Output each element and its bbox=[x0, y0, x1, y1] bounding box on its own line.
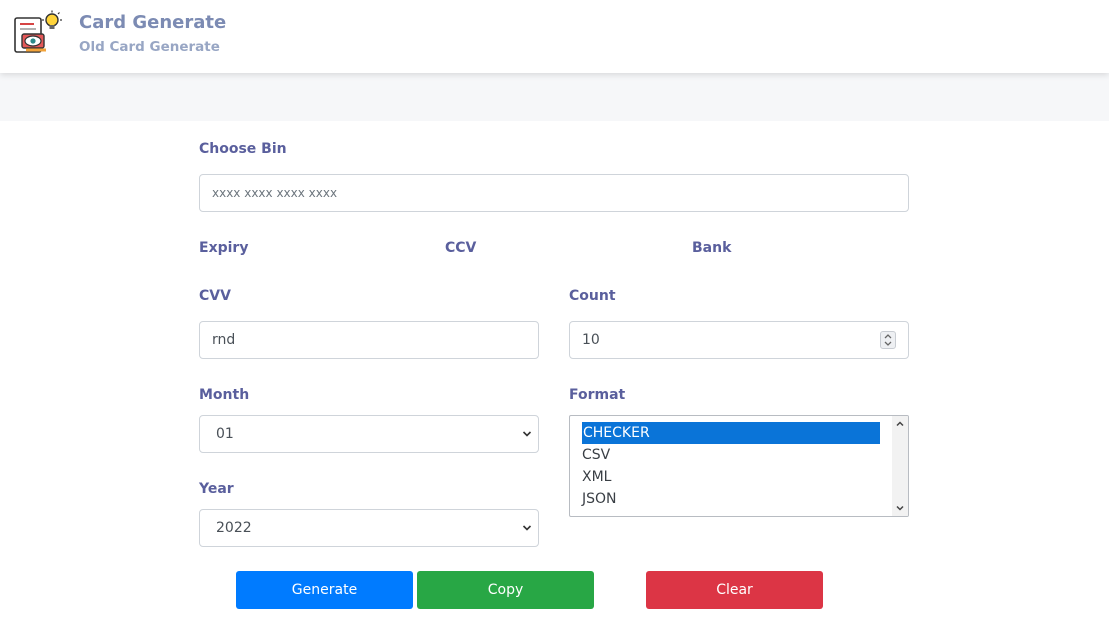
cvv-input[interactable] bbox=[200, 322, 538, 358]
card-idea-icon bbox=[14, 10, 62, 53]
month-value: 01 bbox=[216, 426, 234, 442]
format-listbox[interactable]: CHECKER CSV XML JSON bbox=[569, 415, 909, 517]
format-label: Format bbox=[569, 387, 626, 403]
year-value: 2022 bbox=[216, 520, 252, 536]
count-input[interactable] bbox=[570, 322, 908, 358]
month-select[interactable]: 01 bbox=[199, 415, 539, 453]
count-label: Count bbox=[569, 288, 616, 304]
format-option-csv[interactable]: CSV bbox=[582, 444, 880, 466]
chevron-down-icon bbox=[522, 431, 532, 437]
chevron-down-icon bbox=[522, 525, 532, 531]
month-label: Month bbox=[199, 387, 250, 403]
count-spinner[interactable] bbox=[880, 331, 896, 349]
app-subtitle: Old Card Generate bbox=[79, 39, 220, 55]
format-option-json[interactable]: JSON bbox=[582, 488, 880, 510]
listbox-scrollbar[interactable] bbox=[892, 416, 908, 516]
format-option-checker[interactable]: CHECKER bbox=[582, 422, 880, 444]
bank-label: Bank bbox=[692, 240, 732, 256]
app-title: Card Generate bbox=[79, 12, 227, 33]
scroll-up-icon[interactable] bbox=[895, 419, 905, 429]
count-field[interactable] bbox=[569, 321, 909, 359]
spinner-arrows-icon bbox=[884, 334, 892, 346]
header-band bbox=[0, 73, 1109, 121]
generate-button[interactable]: Generate bbox=[236, 571, 413, 609]
bin-input[interactable] bbox=[200, 175, 908, 211]
ccv-label: CCV bbox=[445, 240, 477, 256]
bin-label: Choose Bin bbox=[199, 141, 287, 157]
expiry-label: Expiry bbox=[199, 240, 249, 256]
bin-field[interactable] bbox=[199, 174, 909, 212]
top-header: Card Generate Old Card Generate bbox=[0, 0, 1109, 73]
copy-button[interactable]: Copy bbox=[417, 571, 594, 609]
year-select[interactable]: 2022 bbox=[199, 509, 539, 547]
year-label: Year bbox=[199, 481, 234, 497]
cvv-label: CVV bbox=[199, 288, 231, 304]
format-option-xml[interactable]: XML bbox=[582, 466, 880, 488]
cvv-field[interactable] bbox=[199, 321, 539, 359]
clear-button[interactable]: Clear bbox=[646, 571, 823, 609]
scroll-down-icon[interactable] bbox=[895, 503, 905, 513]
